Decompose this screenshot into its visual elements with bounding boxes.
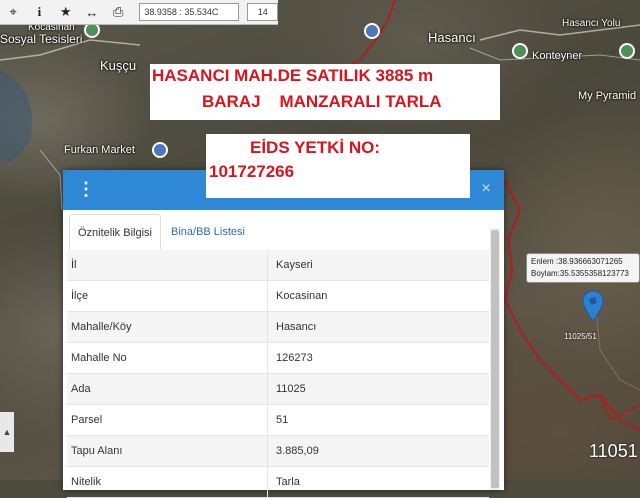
row-value: Hasancı [276,321,317,333]
row-key: Mahalle No [67,343,268,373]
zoom-level: 14 [247,3,279,21]
map-label-hasanci-yolu: Hasancı Yolu [562,18,621,29]
table-row: Mahalle No 126273 [67,343,489,374]
row-key: İlçe [67,281,268,311]
sale-banner-line2: BARAJ MANZARALI TARLA [202,92,442,111]
row-key: İl [67,250,268,280]
row-value: 126273 [276,352,313,364]
map-label-furkan-market: Furkan Market [64,144,135,156]
info-icon[interactable]: i [26,0,52,24]
table-row: Parsel 51 [67,405,489,436]
map-label-hasanci: Hasancı [428,30,476,45]
row-key: Nitelik [67,467,268,497]
sale-banner-line1: HASANCI MAH.DE SATILIK 3885 m [152,66,434,85]
eids-banner-line1: EİDS YETKİ NO: [250,138,381,157]
row-value: Kocasinan [276,290,328,302]
arrows-horizontal-icon[interactable]: ↔ [79,0,105,24]
location-pin-icon[interactable] [582,290,604,322]
star-icon[interactable]: ★ [53,0,79,24]
row-key: Parsel [67,405,268,435]
eids-banner: EİDS YETKİ NO: 101727266 [206,134,470,198]
coordinate-display: 38.9358 : 35.534C [139,3,240,21]
map-label-my-pyramid: My Pyramid [578,90,637,102]
map-toolbar: ⌖ i ★ ↔ ⎙ 38.9358 : 35.534C 14 [0,0,279,25]
row-value: Tarla [276,476,300,488]
table-row: Nitelik Tarla [67,467,489,498]
table-row: Mahalle/Köy Hasancı [67,312,489,343]
table-row: İlçe Kocasinan [67,281,489,312]
tab-bina-bb-listesi[interactable]: Bina/BB Listesi [163,214,253,250]
scrollbar-thumb[interactable] [491,230,499,488]
row-value: 3.885,09 [276,445,319,457]
attribute-table: İl Kayseri İlçe Kocasinan Mahalle/Köy Ha… [67,250,489,498]
row-value: 51 [276,414,289,426]
poi-pin-icon[interactable] [512,43,528,59]
kebab-menu-icon[interactable]: ⋮ [77,178,95,200]
callout-longitude: Boylam:35.5355358123773 [531,269,629,278]
table-row: Ada 11025 [67,374,489,405]
side-tool-icon[interactable]: ▲ [0,412,14,452]
sale-banner: HASANCI MAH.DE SATILIK 3885 m BARAJ MANZ… [150,64,500,120]
panel-tabs: Öznitelik Bilgisi Bina/BB Listesi [67,214,491,251]
parcel-label-small: 11025/51 [564,332,597,341]
row-key: Ada [67,374,268,404]
crosshair-icon[interactable]: ⌖ [0,0,26,24]
print-icon[interactable]: ⎙ [105,0,131,24]
map-label-kuscu: Kuşçu [100,58,137,73]
map-label-sosyal-tesisleri: Sosyal Tesisleri [0,32,83,46]
row-value: Kayseri [276,259,313,271]
table-row: İl Kayseri [67,250,489,281]
poi-pin-icon[interactable] [619,43,635,59]
table-row: Tapu Alanı 3.885,09 [67,436,489,467]
row-key: Mahalle/Köy [67,312,268,342]
coordinate-callout: Enlem :38.936663071265 Boylam:35.5355358… [526,253,640,283]
row-value: 11025 [276,383,306,395]
tab-oznitelik-bilgisi[interactable]: Öznitelik Bilgisi [69,214,161,250]
parcel-info-panel: ⋮ × Öznitelik Bilgisi Bina/BB Listesi İl… [63,170,504,498]
shopping-cart-icon[interactable] [152,142,168,158]
poi-pin-icon[interactable] [364,23,380,39]
close-icon[interactable]: × [478,179,494,199]
row-key: Tapu Alanı [67,436,268,466]
parcel-label-large: 11051 [589,441,638,461]
map-label-konteyner: Konteyner [532,50,583,62]
callout-latitude: Enlem :38.936663071265 [531,257,623,266]
panel-scrollbar[interactable] [490,228,500,490]
eids-banner-line2: 101727266 [209,162,295,181]
